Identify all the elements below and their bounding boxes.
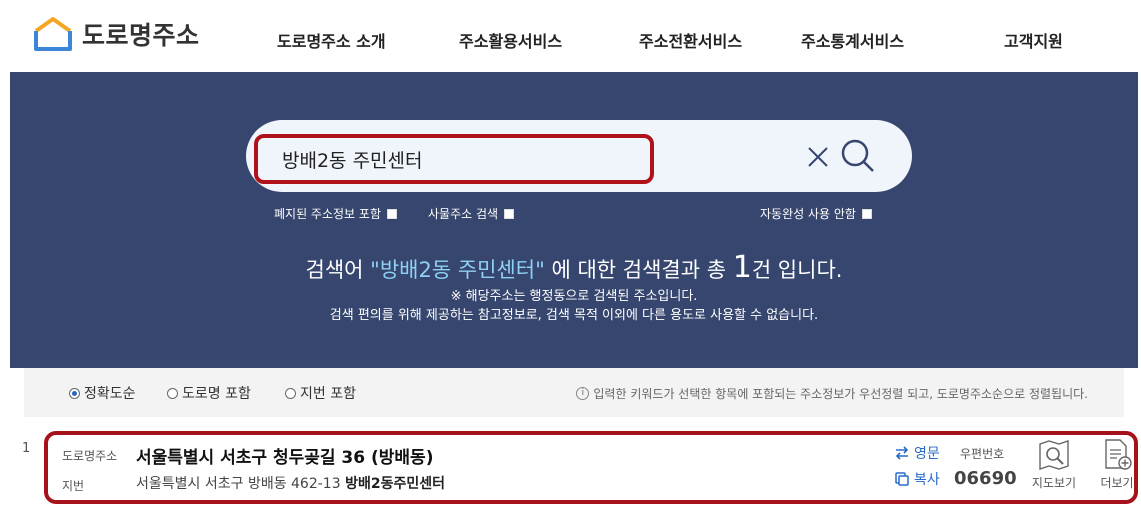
sort-accuracy-label: 정확도순 (84, 386, 136, 402)
english-address-button[interactable]: 영문 (894, 443, 940, 463)
option-autocomplete-checkbox[interactable] (861, 208, 872, 219)
search-input[interactable] (254, 134, 654, 184)
jibun-address-label: 지번 (62, 479, 85, 493)
option-abolished[interactable]: 폐지된 주소정보 포함 (274, 205, 397, 222)
site-header: 도로명주소 도로명주소 소개 주소활용서비스 주소전환서비스 주소통계서비스 고… (0, 0, 1141, 72)
swap-icon (895, 446, 909, 460)
map-view-label: 지도보기 (1031, 476, 1077, 490)
english-label: 영문 (914, 446, 940, 462)
road-address-label: 도로명주소 (62, 449, 118, 463)
sort-jibun-label: 지번 포함 (300, 386, 356, 402)
option-building-checkbox[interactable] (504, 208, 515, 219)
option-building[interactable]: 사물주소 검색 (428, 205, 515, 222)
summary-count: 1 (732, 250, 752, 285)
summary-note-2: 검색 편의를 위해 제공하는 참고정보로, 검색 목적 이외에 다른 용도로 사… (329, 308, 819, 323)
summary-note-1: ※ 해당주소는 행정동으로 검색된 주소입니다. (450, 289, 698, 304)
radio-icon[interactable] (167, 387, 178, 399)
sort-accuracy[interactable]: 정확도순 (69, 383, 136, 403)
building-name: 방배2동주민센터 (345, 476, 445, 492)
postal-code: 06690 (954, 468, 1017, 489)
info-icon: i (576, 387, 590, 400)
map-view-button[interactable]: 지도보기 (1028, 438, 1080, 491)
search-box (246, 120, 912, 192)
nav-intro[interactable]: 도로명주소 소개 (277, 28, 386, 52)
more-label: 더보기 (1100, 476, 1134, 490)
option-autocomplete[interactable]: 자동완성 사용 안함 (760, 205, 872, 222)
copy-icon (895, 472, 909, 486)
sort-road-name-label: 도로명 포함 (182, 386, 251, 402)
option-building-label: 사물주소 검색 (428, 207, 499, 221)
logo-text: 도로명주소 (82, 21, 200, 50)
search-panel: 폐지된 주소정보 포함 사물주소 검색 자동완성 사용 안함 검색어 "방배2동… (10, 72, 1138, 368)
summary-middle: 에 대한 검색결과 총 (544, 258, 733, 282)
sort-hint-text: 입력한 키워드가 선택한 항목에 포함되는 주소정보가 우선정렬 되고, 도로명… (593, 387, 1088, 401)
summary-prefix: 검색어 (305, 258, 371, 282)
nav-address-conversion[interactable]: 주소전환서비스 (639, 28, 742, 52)
sort-road-name[interactable]: 도로명 포함 (167, 383, 251, 403)
sort-jibun[interactable]: 지번 포함 (285, 383, 356, 403)
jibun-address: 서울특별시 서초구 방배동 462-13 방배2동주민센터 (136, 473, 445, 493)
clear-icon[interactable] (806, 145, 830, 169)
road-address: 서울특별시 서초구 청두곶길 36 (방배동) (136, 448, 434, 468)
more-button[interactable]: 더보기 (1091, 438, 1141, 491)
site-logo[interactable]: 도로명주소 (30, 14, 200, 54)
copy-label: 복사 (914, 472, 940, 488)
radio-icon[interactable] (285, 387, 296, 399)
nav-address-services[interactable]: 주소활용서비스 (459, 28, 562, 52)
result-card: 도로명주소 서울특별시 서초구 청두곶길 36 (방배동) 지번 서울특별시 서… (44, 431, 1138, 504)
result-summary: 검색어 "방배2동 주민센터" 에 대한 검색결과 총 1건 입니다. (10, 250, 1138, 285)
result-index: 1 (22, 441, 31, 456)
summary-keyword: "방배2동 주민센터" (370, 258, 545, 282)
nav-customer-support[interactable]: 고객지원 (1004, 28, 1063, 52)
house-logo-icon (34, 17, 72, 51)
map-search-icon (1039, 440, 1069, 470)
option-abolished-label: 폐지된 주소정보 포함 (274, 207, 381, 221)
sort-hint: i 입력한 키워드가 선택한 항목에 포함되는 주소정보가 우선정렬 되고, 도… (576, 385, 1088, 402)
nav-address-statistics[interactable]: 주소통계서비스 (801, 28, 904, 52)
summary-suffix: 건 입니다. (751, 258, 843, 282)
option-autocomplete-label: 자동완성 사용 안함 (760, 207, 856, 221)
option-abolished-checkbox[interactable] (387, 208, 397, 219)
copy-button[interactable]: 복사 (894, 469, 940, 489)
sort-filter-bar: 정확도순 도로명 포함 지번 포함 i 입력한 키워드가 선택한 항목에 포함되… (24, 368, 1124, 417)
jibun-address-text: 서울특별시 서초구 방배동 462-13 (136, 476, 341, 492)
search-icon[interactable] (840, 138, 876, 174)
radio-selected-icon[interactable] (69, 387, 80, 399)
postal-code-label: 우편번호 (960, 447, 1005, 461)
document-plus-icon (1105, 439, 1132, 470)
